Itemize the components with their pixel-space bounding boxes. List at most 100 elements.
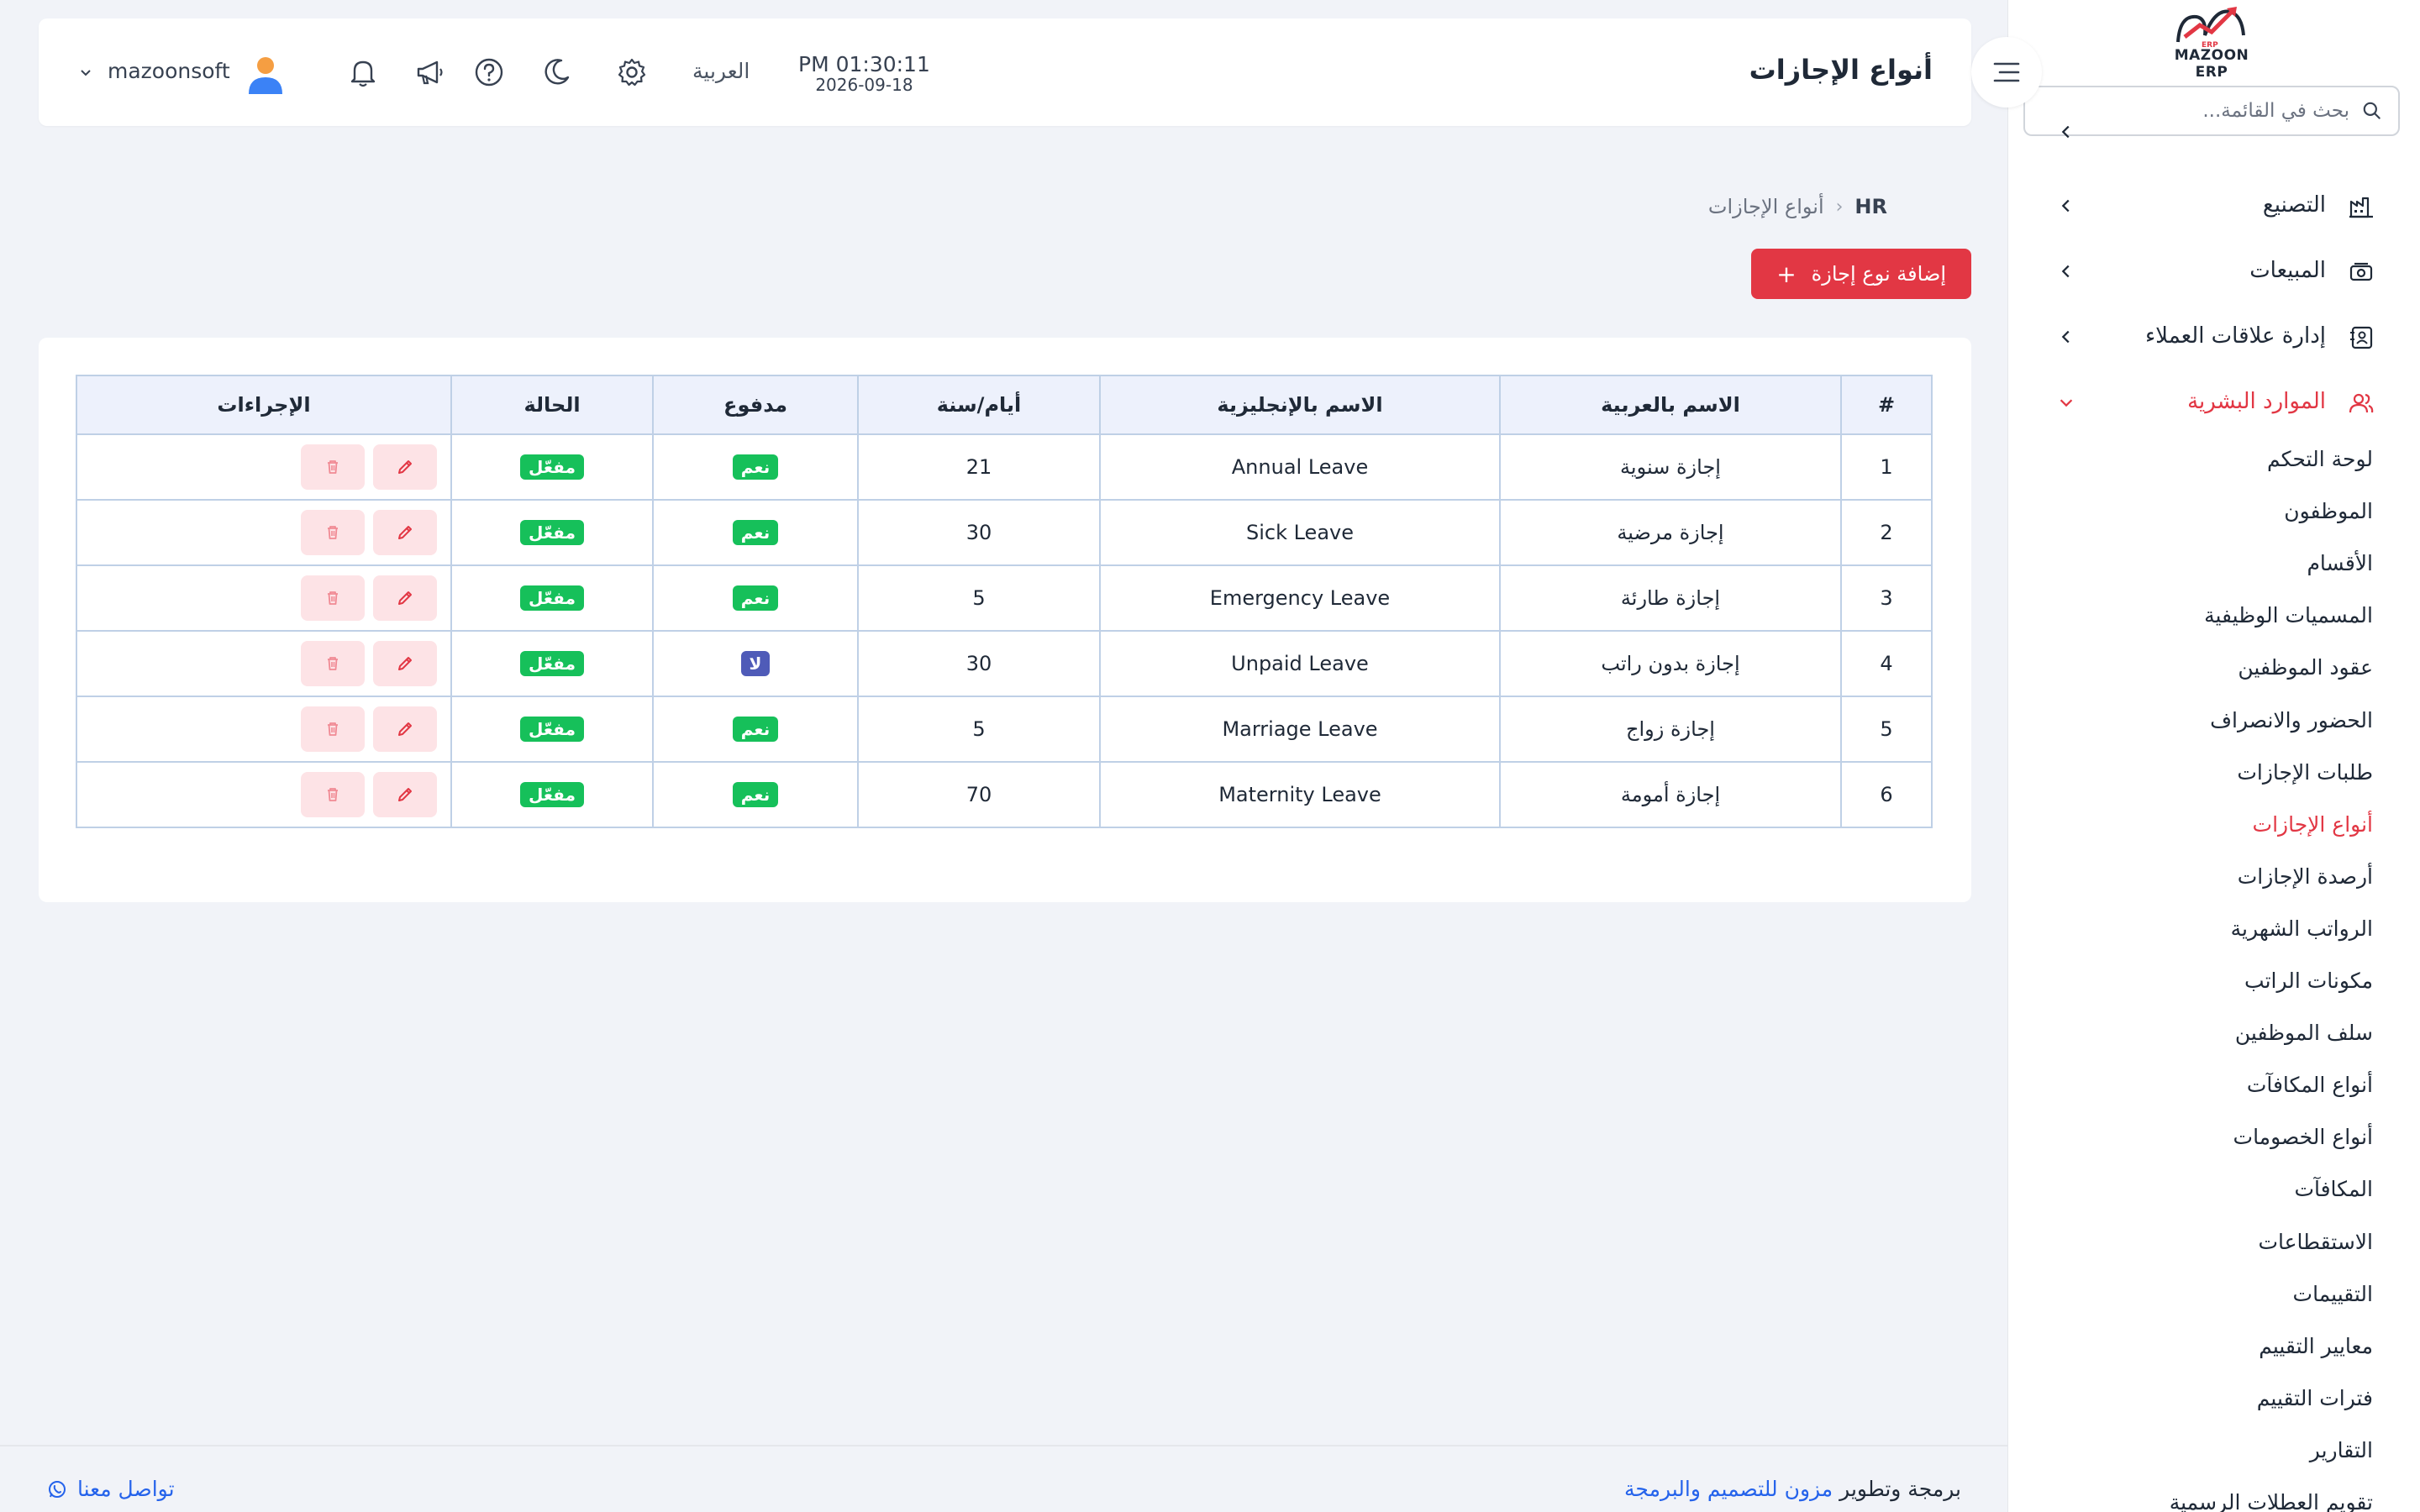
paid-badge: نعم bbox=[732, 585, 779, 611]
delete-button[interactable] bbox=[301, 444, 365, 490]
cell-days-per-year: 70 bbox=[857, 761, 1101, 828]
delete-trash-icon bbox=[328, 460, 338, 474]
sidebar-item-sales[interactable]: المبيعات bbox=[2008, 247, 2420, 297]
cell-english-name: Annual Leave bbox=[1099, 433, 1501, 501]
cell-status: مفعّل bbox=[450, 564, 654, 632]
delete-trash-icon bbox=[328, 526, 338, 539]
sidebar-subitem[interactable]: لوحة التحكم bbox=[2267, 447, 2373, 471]
add-leave-type-button[interactable]: إضافة نوع إجازة + bbox=[1751, 249, 1971, 299]
chevron-left-icon bbox=[2061, 265, 2070, 278]
sidebar-subitem[interactable]: المكافآت bbox=[2294, 1177, 2373, 1201]
cell-days-per-year: 5 bbox=[857, 564, 1101, 632]
table-row: 3 إجازة طارئة Emergency Leave 5 نعم مفعّل bbox=[76, 564, 1933, 632]
notification-bell-icon[interactable] bbox=[346, 55, 380, 89]
cell-paid: نعم bbox=[652, 564, 859, 632]
sidebar-subitem[interactable]: أرصدة الإجازات bbox=[2238, 864, 2373, 889]
announcement-megaphone-icon[interactable] bbox=[413, 55, 447, 89]
sidebar-item-label: التصنيع bbox=[2262, 192, 2326, 218]
sidebar-item-crm[interactable]: إدارة علاقات العملاء bbox=[2008, 312, 2420, 363]
sidebar-subitem[interactable]: الرواتب الشهرية bbox=[2231, 916, 2373, 941]
sidebar-subitem[interactable]: المسميات الوظيفية bbox=[2204, 603, 2373, 627]
paid-badge: نعم bbox=[732, 782, 779, 807]
language-switcher[interactable]: العربية bbox=[692, 59, 750, 83]
user-name[interactable]: mazoonsoft bbox=[108, 59, 230, 83]
edit-button[interactable] bbox=[373, 575, 437, 621]
sidebar-subitem[interactable]: الأقسام bbox=[2307, 551, 2373, 575]
leave-types-card: # الاسم بالعربية الاسم بالإنجليزية أيام/… bbox=[39, 338, 1971, 902]
sidebar-subitem[interactable]: معايير التقييم bbox=[2259, 1334, 2373, 1358]
sidebar-item-manufacturing[interactable]: التصنيع bbox=[2008, 181, 2420, 232]
delete-button[interactable] bbox=[301, 641, 365, 686]
sidebar-subitem[interactable]: مكونات الراتب bbox=[2244, 969, 2373, 993]
add-button-label: إضافة نوع إجازة bbox=[1811, 262, 1946, 286]
sidebar-subitem[interactable]: التقارير bbox=[2310, 1438, 2373, 1462]
cell-arabic-name: إجازة مرضية bbox=[1499, 499, 1842, 566]
edit-button[interactable] bbox=[373, 772, 437, 817]
delete-button[interactable] bbox=[301, 772, 365, 817]
plus-icon: + bbox=[1776, 260, 1797, 288]
footer-credit: برمجة وتطوير مزون للتصميم والبرمجة bbox=[1624, 1477, 1961, 1501]
status-badge: مفعّل bbox=[520, 717, 584, 742]
factory-icon bbox=[2349, 197, 2373, 218]
cell-number: 2 bbox=[1840, 499, 1933, 566]
cell-arabic-name: إجازة أمومة bbox=[1499, 761, 1842, 828]
cell-english-name: Marriage Leave bbox=[1099, 696, 1501, 763]
dark-mode-moon-icon[interactable] bbox=[539, 55, 573, 89]
cell-arabic-name: إجازة بدون راتب bbox=[1499, 630, 1842, 697]
settings-gear-icon[interactable] bbox=[615, 55, 649, 89]
table-header-row: # الاسم بالعربية الاسم بالإنجليزية أيام/… bbox=[76, 375, 1933, 435]
delete-button[interactable] bbox=[301, 575, 365, 621]
chevron-down-icon[interactable] bbox=[79, 66, 92, 79]
column-header-days-per-year: أيام/سنة bbox=[857, 375, 1101, 435]
cell-arabic-name: إجازة طارئة bbox=[1499, 564, 1842, 632]
status-badge: مفعّل bbox=[520, 454, 584, 480]
edit-button[interactable] bbox=[373, 510, 437, 555]
cell-paid: نعم bbox=[652, 761, 859, 828]
breadcrumb-root[interactable]: HR bbox=[1854, 195, 1887, 218]
sidebar-subitem[interactable]: التقييمات bbox=[2293, 1282, 2373, 1306]
contact-us-link[interactable]: تواصل معنا bbox=[47, 1477, 175, 1501]
sidebar-subitem[interactable]: أنواع المكافآت bbox=[2247, 1073, 2373, 1097]
edit-button[interactable] bbox=[373, 444, 437, 490]
sidebar-subitem[interactable]: أنواع الخصومات bbox=[2233, 1125, 2373, 1149]
search-icon bbox=[2363, 102, 2381, 119]
delete-trash-icon bbox=[328, 591, 338, 605]
user-avatar[interactable] bbox=[245, 54, 286, 96]
breadcrumb-current: أنواع الإجازات bbox=[1707, 195, 1824, 218]
delete-button[interactable] bbox=[301, 706, 365, 752]
footer-brand-link[interactable]: مزون للتصميم والبرمجة bbox=[1624, 1477, 1833, 1501]
cell-days-per-year: 21 bbox=[857, 433, 1101, 501]
sidebar-item-hr[interactable]: الموارد البشرية bbox=[2008, 378, 2420, 428]
sidebar-subitem[interactable]: الاستقطاعات bbox=[2258, 1230, 2373, 1254]
contact-label: تواصل معنا bbox=[77, 1477, 175, 1501]
cell-paid: نعم bbox=[652, 433, 859, 501]
cell-days-per-year: 5 bbox=[857, 696, 1101, 763]
status-badge: مفعّل bbox=[520, 782, 584, 807]
cell-paid: لا bbox=[652, 630, 859, 697]
edit-button[interactable] bbox=[373, 641, 437, 686]
sidebar-subitem[interactable]: سلف الموظفين bbox=[2235, 1021, 2373, 1045]
edit-button[interactable] bbox=[373, 706, 437, 752]
column-header-english-name: الاسم بالإنجليزية bbox=[1099, 375, 1501, 435]
sidebar-subitem[interactable]: الحضور والانصراف bbox=[2210, 708, 2373, 732]
cell-number: 4 bbox=[1840, 630, 1933, 697]
sidebar-subitem[interactable]: أنواع الإجازات bbox=[2253, 812, 2373, 837]
sidebar-subitem[interactable]: تقويم العطلات الرسمية bbox=[2170, 1490, 2373, 1512]
cell-days-per-year: 30 bbox=[857, 499, 1101, 566]
delete-button[interactable] bbox=[301, 510, 365, 555]
help-icon[interactable] bbox=[472, 55, 506, 89]
sidebar-subitem[interactable]: عقود الموظفين bbox=[2238, 655, 2373, 680]
app-logo[interactable]: ERP MAZOON ERP bbox=[2161, 0, 2262, 81]
cell-actions bbox=[76, 564, 452, 632]
paid-badge: نعم bbox=[732, 717, 779, 742]
sidebar-subitem[interactable]: فترات التقييم bbox=[2257, 1386, 2373, 1410]
sidebar-toggle-button[interactable] bbox=[1971, 37, 2042, 108]
paid-badge: لا bbox=[740, 651, 771, 676]
sidebar-subitem[interactable]: طلبات الإجازات bbox=[2237, 760, 2373, 785]
menu-icon bbox=[1993, 62, 2020, 82]
sidebar-item-purchases[interactable] bbox=[2008, 126, 2420, 155]
sidebar-subitem[interactable]: الموظفون bbox=[2284, 499, 2373, 523]
cell-paid: نعم bbox=[652, 696, 859, 763]
column-header-actions: الإجراءات bbox=[76, 375, 452, 435]
users-icon bbox=[2349, 393, 2374, 413]
